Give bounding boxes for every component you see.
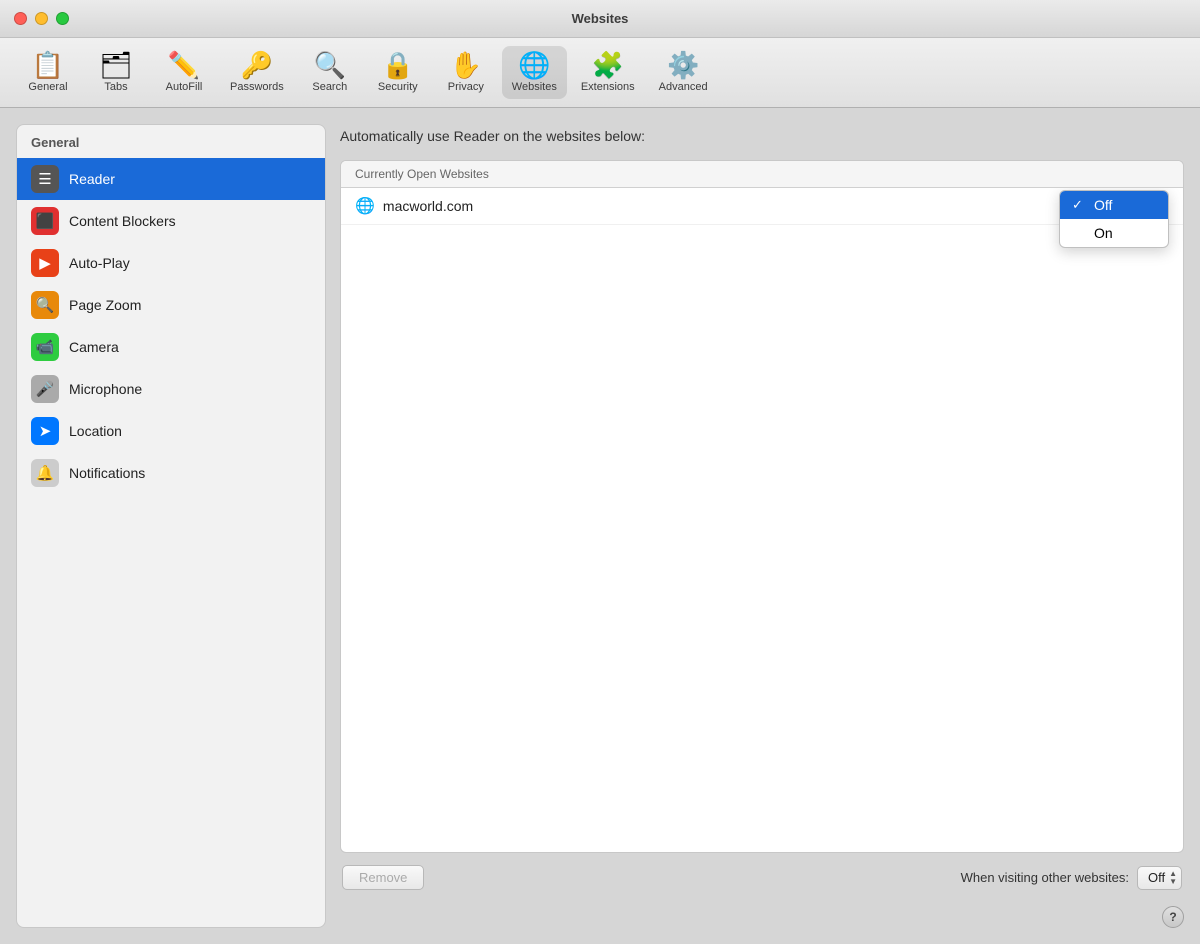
microphone-icon: 🎤 bbox=[31, 375, 59, 403]
toolbar-item-autofill[interactable]: ✏️ AutoFill bbox=[152, 46, 216, 99]
other-websites-select[interactable]: Off ▲ ▼ bbox=[1137, 866, 1182, 890]
toolbar-item-tabs[interactable]: 🗂 Tabs bbox=[84, 46, 148, 99]
content-blockers-label: Content Blockers bbox=[69, 213, 176, 229]
passwords-label: Passwords bbox=[230, 81, 284, 93]
camera-label: Camera bbox=[69, 339, 119, 355]
other-websites-label: When visiting other websites: bbox=[961, 870, 1129, 885]
other-websites-control: When visiting other websites: Off ▲ ▼ bbox=[961, 866, 1182, 890]
general-icon: 📋 bbox=[32, 52, 64, 78]
toolbar: 📋 General 🗂 Tabs ✏️ AutoFill 🔑 Passwords… bbox=[0, 38, 1200, 108]
tabs-icon: 🗂 bbox=[99, 52, 132, 78]
bottom-bar: Remove When visiting other websites: Off… bbox=[340, 865, 1184, 890]
title-bar: Websites bbox=[0, 0, 1200, 38]
autofill-icon: ✏️ bbox=[168, 52, 200, 78]
sidebar-item-auto-play[interactable]: ▶ Auto-Play bbox=[17, 242, 325, 284]
remove-button[interactable]: Remove bbox=[342, 865, 424, 890]
advanced-icon: ⚙️ bbox=[667, 52, 699, 78]
auto-play-label: Auto-Play bbox=[69, 255, 130, 271]
content-blockers-icon: ⬛ bbox=[31, 207, 59, 235]
security-label: Security bbox=[378, 81, 418, 93]
toolbar-item-advanced[interactable]: ⚙️ Advanced bbox=[649, 46, 718, 99]
toolbar-item-privacy[interactable]: ✋ Privacy bbox=[434, 46, 498, 99]
sidebar-item-camera[interactable]: 📹 Camera bbox=[17, 326, 325, 368]
sidebar-item-notifications[interactable]: 🔔 Notifications bbox=[17, 452, 325, 494]
window-title: Websites bbox=[572, 11, 629, 26]
sidebar-item-reader[interactable]: ☰ Reader bbox=[17, 158, 325, 200]
help-button[interactable]: ? bbox=[1162, 906, 1184, 928]
advanced-label: Advanced bbox=[659, 81, 708, 93]
websites-box: Currently Open Websites 🌐 macworld.com ✓… bbox=[340, 160, 1184, 853]
extensions-label: Extensions bbox=[581, 81, 635, 93]
microphone-label: Microphone bbox=[69, 381, 142, 397]
panel-description: Automatically use Reader on the websites… bbox=[340, 124, 1184, 148]
website-favicon: 🌐 bbox=[355, 196, 375, 216]
window-controls[interactable] bbox=[14, 12, 69, 25]
extensions-icon: 🧩 bbox=[592, 52, 624, 78]
toolbar-item-general[interactable]: 📋 General bbox=[16, 46, 80, 99]
search-label: Search bbox=[312, 81, 347, 93]
sidebar-section-title: General bbox=[17, 125, 325, 158]
websites-icon: 🌐 bbox=[518, 52, 550, 78]
dropdown-option-on[interactable]: On bbox=[1060, 219, 1168, 247]
dropdown-option-label: Off bbox=[1094, 197, 1112, 213]
privacy-label: Privacy bbox=[448, 81, 484, 93]
toolbar-item-passwords[interactable]: 🔑 Passwords bbox=[220, 46, 294, 99]
reader-icon: ☰ bbox=[31, 165, 59, 193]
tabs-label: Tabs bbox=[104, 81, 127, 93]
auto-play-icon: ▶ bbox=[31, 249, 59, 277]
select-arrows-icon: ▲ ▼ bbox=[1169, 870, 1177, 886]
website-row-left: 🌐 macworld.com bbox=[355, 196, 473, 216]
sidebar-item-content-blockers[interactable]: ⬛ Content Blockers bbox=[17, 200, 325, 242]
minimize-button[interactable] bbox=[35, 12, 48, 25]
camera-icon: 📹 bbox=[31, 333, 59, 361]
toolbar-item-search[interactable]: 🔍 Search bbox=[298, 46, 362, 99]
sidebar-item-microphone[interactable]: 🎤 Microphone bbox=[17, 368, 325, 410]
notifications-icon: 🔔 bbox=[31, 459, 59, 487]
sidebar-item-location[interactable]: ➤ Location bbox=[17, 410, 325, 452]
maximize-button[interactable] bbox=[56, 12, 69, 25]
location-label: Location bbox=[69, 423, 122, 439]
help-section: ? bbox=[340, 902, 1184, 928]
privacy-icon: ✋ bbox=[450, 52, 482, 78]
websites-box-header: Currently Open Websites bbox=[341, 161, 1183, 188]
websites-list: 🌐 macworld.com ✓ Off On bbox=[341, 188, 1183, 852]
sidebar: General ☰ Reader ⬛ Content Blockers ▶ Au… bbox=[16, 124, 326, 928]
other-websites-value: Off bbox=[1148, 870, 1165, 885]
passwords-icon: 🔑 bbox=[241, 52, 273, 78]
sidebar-item-page-zoom[interactable]: 🔍 Page Zoom bbox=[17, 284, 325, 326]
page-zoom-label: Page Zoom bbox=[69, 297, 141, 313]
page-zoom-icon: 🔍 bbox=[31, 291, 59, 319]
website-row: 🌐 macworld.com bbox=[341, 188, 1183, 225]
close-button[interactable] bbox=[14, 12, 27, 25]
toolbar-item-extensions[interactable]: 🧩 Extensions bbox=[571, 46, 645, 99]
website-name: macworld.com bbox=[383, 198, 473, 214]
notifications-label: Notifications bbox=[69, 465, 145, 481]
security-icon: 🔒 bbox=[382, 52, 414, 78]
location-icon: ➤ bbox=[31, 417, 59, 445]
reader-label: Reader bbox=[69, 171, 115, 187]
autofill-label: AutoFill bbox=[166, 81, 203, 93]
toolbar-item-websites[interactable]: 🌐 Websites bbox=[502, 46, 567, 99]
dropdown-option-off[interactable]: ✓ Off bbox=[1060, 191, 1168, 219]
dropdown-option-label: On bbox=[1094, 225, 1113, 241]
search-icon: 🔍 bbox=[314, 52, 346, 78]
checkmark-icon: ✓ bbox=[1072, 197, 1086, 213]
toolbar-item-security[interactable]: 🔒 Security bbox=[366, 46, 430, 99]
general-label: General bbox=[28, 81, 67, 93]
websites-label: Websites bbox=[512, 81, 557, 93]
main-content: General ☰ Reader ⬛ Content Blockers ▶ Au… bbox=[0, 108, 1200, 944]
right-panel: Automatically use Reader on the websites… bbox=[340, 124, 1184, 928]
dropdown-popup: ✓ Off On bbox=[1059, 190, 1169, 248]
